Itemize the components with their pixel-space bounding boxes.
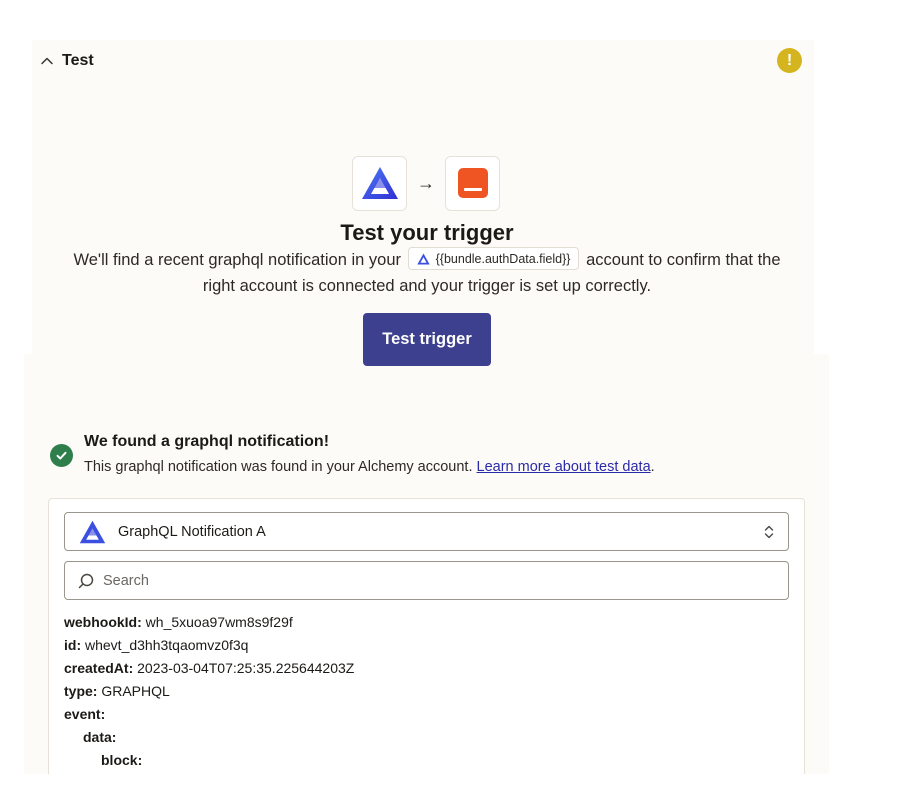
result-title: We found a graphql notification! bbox=[84, 433, 330, 450]
account-chip: {{bundle.authData.field}} bbox=[407, 247, 580, 271]
alchemy-logo-icon bbox=[79, 520, 106, 543]
account-chip-label: {{bundle.authData.field}} bbox=[435, 251, 571, 266]
app-icon bbox=[457, 168, 488, 198]
data-field-createdat: createdAt: 2023-03-04T07:25:35.225644203… bbox=[64, 660, 355, 676]
test-trigger-button[interactable]: Test trigger bbox=[363, 313, 491, 366]
source-app-tile bbox=[352, 155, 407, 211]
updown-caret-icon bbox=[764, 525, 774, 539]
data-field-webhookid: webhookId: wh_5xuoa97wm8s9f29f bbox=[64, 614, 293, 630]
data-field-id: id: whevt_d3hh3tqaomvz0f3q bbox=[64, 637, 249, 653]
result-description: This graphql notification was found in y… bbox=[84, 459, 655, 475]
search-field[interactable] bbox=[64, 561, 789, 600]
section-header[interactable]: Test bbox=[40, 48, 94, 74]
trigger-title: Test your trigger bbox=[340, 220, 514, 245]
alchemy-small-icon bbox=[416, 253, 430, 265]
target-app-tile bbox=[445, 155, 500, 211]
app-flow: → bbox=[352, 155, 500, 211]
sample-select-value: GraphQL Notification A bbox=[118, 523, 266, 540]
alchemy-logo-icon bbox=[361, 167, 398, 199]
result-desc-period: . bbox=[650, 459, 655, 475]
data-field-type: type: GRAPHQL bbox=[64, 683, 170, 699]
data-field-event: event: bbox=[64, 706, 106, 722]
sample-select[interactable]: GraphQL Notification A bbox=[64, 512, 789, 551]
sample-data: webhookId: wh_5xuoa97wm8s9f29f id: whevt… bbox=[64, 611, 354, 772]
result-desc-text: This graphql notification was found in y… bbox=[84, 459, 473, 475]
section-title: Test bbox=[62, 52, 94, 69]
trigger-desc-before: We'll find a recent graphql notification… bbox=[73, 251, 402, 269]
learn-more-link[interactable]: Learn more about test data bbox=[477, 459, 651, 475]
warning-icon[interactable]: ! bbox=[777, 48, 802, 73]
data-field-data: data: bbox=[83, 729, 117, 745]
search-input[interactable] bbox=[103, 572, 763, 589]
check-circle-icon bbox=[50, 444, 73, 467]
chevron-up-icon bbox=[41, 57, 53, 65]
trigger-description: We'll find a recent graphql notification… bbox=[60, 247, 794, 299]
data-field-block: block: bbox=[101, 752, 143, 768]
arrow-right-icon: → bbox=[417, 172, 435, 193]
viewport-cutoff bbox=[24, 774, 829, 808]
search-icon bbox=[78, 573, 94, 588]
